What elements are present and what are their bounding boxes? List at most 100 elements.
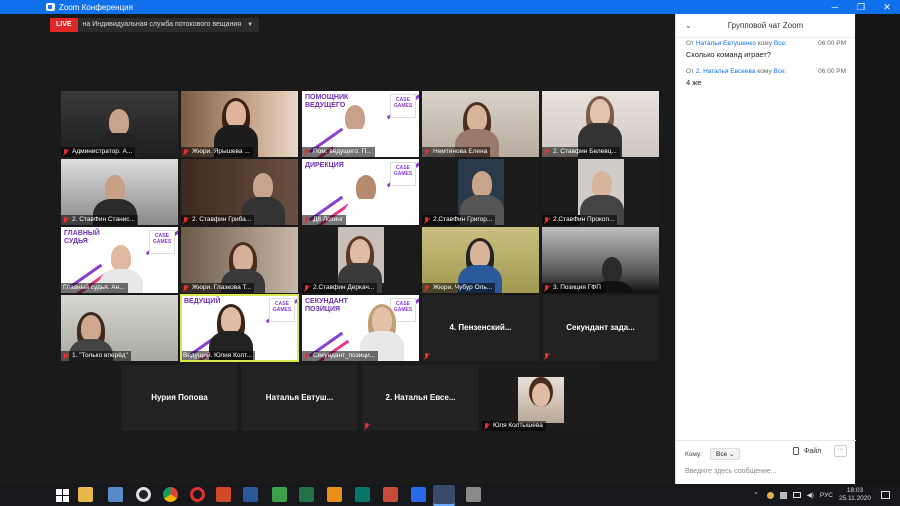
media-icon[interactable] — [272, 487, 287, 502]
participant-head — [372, 307, 392, 333]
participant-head — [253, 173, 273, 199]
participant-label: Администратор. А... — [61, 147, 136, 157]
more-options-button[interactable]: ··· — [834, 445, 847, 457]
upload-icon[interactable] — [411, 487, 426, 502]
participant-tile[interactable]: Жюри. Чубур Оль... — [422, 227, 539, 293]
volume-icon[interactable]: ◀) — [807, 491, 814, 499]
word-icon[interactable] — [243, 487, 258, 502]
collapse-chevron-icon[interactable]: ⌄ — [685, 21, 692, 30]
participant-head — [472, 171, 492, 197]
save-icon[interactable] — [108, 487, 123, 502]
participant-tile[interactable]: 2. СтавФин Станис... — [61, 159, 178, 225]
participant-label: Немтинова Елена — [422, 147, 491, 157]
file-button[interactable]: Файл — [793, 447, 821, 455]
participant-tile[interactable]: Секундант зада... — [542, 295, 659, 361]
participant-head — [81, 315, 101, 341]
image-editor-icon[interactable] — [327, 487, 342, 502]
message-recipient[interactable]: Все: — [773, 68, 786, 75]
input-language[interactable]: РУС — [820, 492, 833, 499]
close-button[interactable]: ✕ — [874, 0, 900, 14]
participant-tile[interactable]: 2. Ставфин Белевц... — [542, 91, 659, 157]
participant-label: Жюри. Чубур Оль... — [422, 283, 496, 293]
zoom-icon[interactable] — [433, 485, 455, 504]
participant-tile[interactable]: 4. Пензенский... — [422, 295, 539, 361]
participant-name: 4. Пензенский... — [449, 323, 512, 332]
message-sender[interactable]: Наталья Евтушенко — [696, 40, 756, 47]
app-icon[interactable] — [383, 487, 398, 502]
participant-label: 2. СтавФин Станис... — [61, 215, 138, 225]
opera-icon[interactable] — [190, 487, 205, 502]
live-stream-indicator[interactable]: LIVE на Индивидуальная служба потокового… — [50, 18, 260, 32]
message-text: Сколько команд играет? — [686, 50, 771, 59]
mic-muted-icon — [63, 148, 69, 156]
excel-icon[interactable] — [299, 487, 314, 502]
desktop-background — [856, 14, 900, 484]
window-titlebar: Zoom Конференция ─ ❐ ✕ — [0, 0, 900, 14]
participant-head — [109, 109, 129, 135]
file-explorer-icon[interactable] — [78, 487, 93, 502]
publisher-icon[interactable] — [355, 487, 370, 502]
participant-tile[interactable]: CASE GAMES СЕКУНДАНТ ПОЗИЦИЯ Секундант_поз… — [302, 295, 419, 361]
participant-name: Юля Колтышева — [493, 422, 543, 429]
tray-app-icon[interactable] — [779, 491, 787, 499]
participant-tile[interactable]: CASE GAMES ВЕДУЩИЙ Ведущий. Юлия Колт... — [181, 295, 298, 361]
participant-name: Нурия Попова — [151, 393, 208, 402]
mic-muted-icon — [544, 352, 550, 360]
participant-tile[interactable]: 1. "Только вперёд" — [61, 295, 178, 361]
chevron-up-icon[interactable]: ⌃ — [753, 491, 758, 499]
participant-head — [233, 245, 253, 271]
chrome-icon[interactable] — [163, 487, 178, 502]
participant-name: Немтинова Елена — [433, 148, 488, 155]
participant-name: 2.СтавФин Григор... — [433, 216, 493, 223]
windows-start-icon[interactable] — [54, 487, 69, 502]
mic-muted-icon — [304, 352, 310, 360]
participant-name: Жюри. Ярышева ... — [192, 148, 250, 155]
participant-head — [350, 239, 370, 265]
chat-message-input[interactable]: Введите здесь сообщение... — [685, 468, 777, 475]
participant-tile[interactable]: CASE GAMES ПОМОЩНИК ВЕДУЩЕГО Пом. ведущего… — [302, 91, 419, 157]
participant-tile[interactable]: CASE GAMES ДИРЕКЦИЯ Д8 Лозинг — [302, 159, 419, 225]
participant-tile[interactable]: 2.СтавФин Прокоп... — [542, 159, 659, 225]
message-sender[interactable]: 2. Наталья Евсеева — [696, 68, 756, 75]
participant-tile[interactable]: CASE GAMES ГЛАВНЫЙ СУДЬЯ Главный судья. Ан… — [61, 227, 178, 293]
participant-label: 1. "Только вперёд" — [61, 351, 131, 361]
participant-tile[interactable]: 2. Ставфин Гриба... — [181, 159, 298, 225]
participant-label: Ведущий. Юлия Колт... — [181, 351, 255, 361]
app-icon[interactable] — [466, 487, 481, 502]
participant-tile[interactable]: 2. Наталья Евсе... — [362, 365, 479, 431]
participant-tile[interactable]: Администратор. А... — [61, 91, 178, 157]
maximize-button[interactable]: ❐ — [848, 0, 874, 14]
participant-label — [542, 351, 556, 361]
mic-muted-icon — [304, 148, 310, 156]
minimize-button[interactable]: ─ — [822, 0, 848, 14]
participant-tile[interactable]: 2.СтавФин Григор... — [422, 159, 539, 225]
case-games-logo: CASE GAMES — [149, 230, 175, 254]
recipient-select[interactable]: Все ⌄ — [710, 448, 741, 460]
message-recipient[interactable]: Все: — [774, 40, 787, 47]
participant-tile[interactable]: Наталья Евтуш... — [241, 365, 358, 431]
chat-header: ⌄ Групповой чат Zoom — [676, 14, 855, 38]
participant-name: Жюри. Чубур Оль... — [433, 284, 493, 291]
network-icon[interactable] — [792, 492, 801, 498]
tray-app-icon[interactable] — [766, 491, 774, 499]
participant-head — [111, 245, 131, 271]
participant-tile[interactable]: Жюри. Глазкова Т... — [181, 227, 298, 293]
live-stream-info: на Индивидуальная служба потокового веща… — [77, 18, 260, 32]
participant-tile[interactable]: 2.Ставфин Деркач... — [302, 227, 419, 293]
participant-tile[interactable]: Нурия Попова — [121, 365, 238, 431]
recipient-label: Кому: — [685, 450, 702, 458]
participant-tile[interactable]: Жюри. Ярышева ... — [181, 91, 298, 157]
taskbar-clock[interactable]: 18:03 25.11.2020 — [839, 487, 871, 503]
participant-label: Юля Колтышева — [482, 421, 546, 431]
participant-tile[interactable]: Юля Колтышева — [482, 365, 599, 431]
notifications-icon[interactable] — [881, 491, 890, 499]
record-icon[interactable] — [136, 487, 151, 502]
zoom-app-icon — [46, 3, 55, 11]
participant-head — [467, 105, 487, 131]
participant-body — [344, 199, 388, 225]
mic-muted-icon — [424, 148, 430, 156]
participant-tile[interactable]: 3. Позиция ГФП — [542, 227, 659, 293]
participant-tile[interactable]: Немтинова Елена — [422, 91, 539, 157]
participant-head — [470, 241, 490, 267]
powerpoint-icon[interactable] — [216, 487, 231, 502]
